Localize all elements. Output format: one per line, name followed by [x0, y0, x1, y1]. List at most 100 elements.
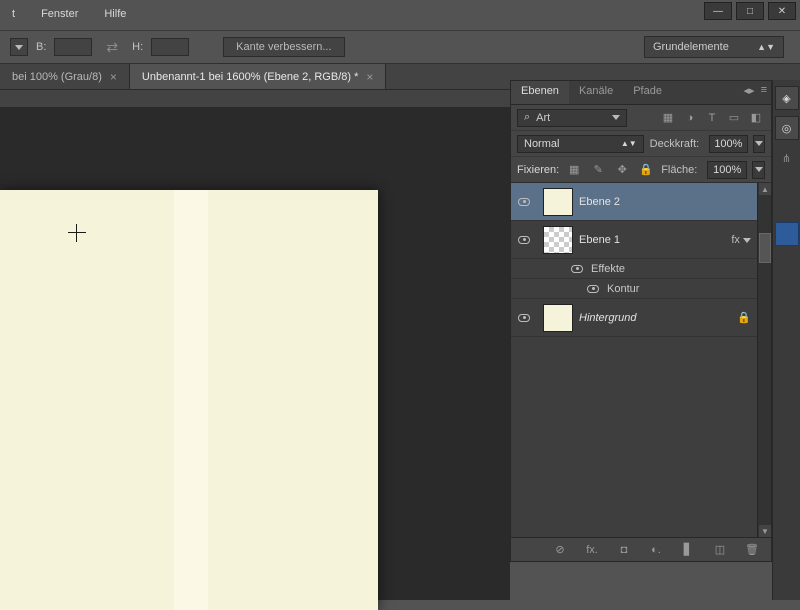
- filter-smartobject-icon[interactable]: ◧: [747, 109, 765, 127]
- width-label: B:: [36, 41, 46, 53]
- layer-thumbnail[interactable]: [543, 226, 573, 254]
- tab-ebenen[interactable]: Ebenen: [511, 81, 569, 104]
- chevron-updown-icon: ▲▼: [757, 42, 775, 52]
- eye-icon: [587, 285, 599, 293]
- workspace-preset-dropdown[interactable]: Grundelemente ▲▼: [644, 36, 784, 58]
- workspace-preset-label: Grundelemente: [653, 41, 729, 53]
- effect-row-kontur[interactable]: Kontur: [511, 279, 771, 299]
- eye-icon: [518, 198, 530, 206]
- chevron-down-icon: [612, 115, 620, 120]
- search-icon: ⌕: [524, 111, 530, 124]
- visibility-toggle[interactable]: [511, 236, 537, 244]
- window-minimize-button[interactable]: —: [704, 2, 732, 20]
- lock-icon: 🔒: [737, 311, 751, 324]
- scroll-down-button[interactable]: ▼: [759, 525, 771, 537]
- window-close-button[interactable]: ✕: [768, 2, 796, 20]
- layer-name[interactable]: Ebene 1: [579, 234, 620, 246]
- opacity-label: Deckkraft:: [650, 138, 700, 150]
- menu-hilfe[interactable]: Hilfe: [100, 6, 130, 26]
- options-dropdown[interactable]: [10, 38, 28, 56]
- scroll-up-button[interactable]: ▲: [759, 183, 771, 195]
- adjustment-layer-icon[interactable]: ◐.: [647, 541, 665, 559]
- panel-menu-icon[interactable]: ≡: [761, 84, 767, 97]
- layer-row-ebene-1[interactable]: Ebene 1 fx: [511, 221, 771, 259]
- canvas-light-strip: [174, 190, 208, 610]
- document-tab-2[interactable]: Unbenannt-1 bei 1600% (Ebene 2, RGB/8) *…: [130, 64, 387, 89]
- document-canvas[interactable]: [0, 190, 378, 610]
- document-tab-label: Unbenannt-1 bei 1600% (Ebene 2, RGB/8) *: [142, 71, 358, 83]
- menubar: t Fenster Hilfe: [8, 6, 130, 26]
- layer-row-hintergrund[interactable]: Hintergrund 🔒: [511, 299, 771, 337]
- filter-adjustment-icon[interactable]: ◑: [681, 109, 699, 127]
- refine-edge-button[interactable]: Kante verbessern...: [223, 37, 344, 57]
- window-maximize-button[interactable]: □: [736, 2, 764, 20]
- width-field[interactable]: [54, 38, 92, 56]
- layer-thumbnail[interactable]: [543, 188, 573, 216]
- blend-mode-value: Normal: [524, 138, 559, 150]
- chevron-updown-icon: ▲▼: [621, 139, 637, 148]
- visibility-toggle[interactable]: [511, 198, 537, 206]
- layers-scrollbar[interactable]: ▲ ▼: [757, 183, 771, 537]
- height-field[interactable]: [151, 38, 189, 56]
- fill-stepper[interactable]: [752, 161, 765, 179]
- visibility-toggle[interactable]: [583, 285, 603, 293]
- layer-thumbnail[interactable]: [543, 304, 573, 332]
- visibility-toggle[interactable]: [511, 314, 537, 322]
- fill-label: Fläche:: [661, 164, 697, 176]
- layer-filter-dropdown[interactable]: ⌕ Art: [517, 109, 627, 127]
- close-tab-icon[interactable]: ×: [366, 70, 373, 84]
- panel-collapse-icon[interactable]: ◂▸: [744, 84, 755, 97]
- delete-layer-icon[interactable]: 🗑: [743, 541, 761, 559]
- horizontal-ruler[interactable]: [0, 90, 510, 108]
- link-layers-icon[interactable]: ⊘: [551, 541, 569, 559]
- layer-row-ebene-2[interactable]: Ebene 2: [511, 183, 771, 221]
- layer-name[interactable]: Hintergrund: [579, 312, 636, 324]
- lock-all-icon[interactable]: 🔒: [637, 161, 655, 179]
- swap-wh-icon[interactable]: ⇄: [100, 39, 124, 56]
- right-dock: ◈ ◎ ⋔ ■: [772, 80, 800, 600]
- canvas-area[interactable]: [0, 108, 510, 600]
- layer-style-icon[interactable]: fx.: [583, 541, 601, 559]
- eye-icon: [518, 314, 530, 322]
- document-tab-label: bei 100% (Grau/8): [12, 71, 102, 83]
- effects-label: Effekte: [591, 263, 625, 275]
- chevron-down-icon: [743, 238, 751, 243]
- opacity-field[interactable]: 100%: [709, 135, 747, 153]
- lock-label: Fixieren:: [517, 164, 559, 176]
- layer-filter-bar: ⌕ Art ▦ ◑ T ▭ ◧: [511, 105, 771, 131]
- filter-text-icon[interactable]: T: [703, 109, 721, 127]
- document-tab-1[interactable]: bei 100% (Grau/8) ×: [0, 64, 130, 89]
- scroll-thumb[interactable]: [759, 233, 771, 263]
- layers-list: Ebene 2 Ebene 1 fx Effekte Kontur Hinter…: [511, 183, 771, 537]
- dock-swatches-icon[interactable]: ◈: [775, 86, 799, 110]
- menu-fenster[interactable]: Fenster: [37, 6, 82, 26]
- dock-tool-icon[interactable]: ⋔: [775, 146, 799, 170]
- layer-mask-icon[interactable]: ◘: [615, 541, 633, 559]
- menu-truncated[interactable]: t: [8, 6, 19, 26]
- dock-panel-blue-icon[interactable]: ■: [775, 222, 799, 246]
- lock-position-icon[interactable]: ✥: [613, 161, 631, 179]
- layers-panel-footer: ⊘ fx. ◘ ◐. ▋ ◫ 🗑: [511, 537, 771, 561]
- filter-label: Art: [536, 112, 550, 124]
- opacity-stepper[interactable]: [753, 135, 765, 153]
- lock-pixels-icon[interactable]: ▦: [565, 161, 583, 179]
- close-tab-icon[interactable]: ×: [110, 70, 117, 84]
- effects-heading-row[interactable]: Effekte: [511, 259, 771, 279]
- fx-badge[interactable]: fx: [731, 234, 751, 246]
- tab-kanaele[interactable]: Kanäle: [569, 81, 623, 104]
- visibility-toggle[interactable]: [567, 265, 587, 273]
- lock-fill-bar: Fixieren: ▦ ✎ ✥ 🔒 Fläche: 100%: [511, 157, 771, 183]
- filter-shape-icon[interactable]: ▭: [725, 109, 743, 127]
- new-layer-icon[interactable]: ◫: [711, 541, 729, 559]
- lock-brush-icon[interactable]: ✎: [589, 161, 607, 179]
- fill-field[interactable]: 100%: [707, 161, 747, 179]
- dock-color-icon[interactable]: ◎: [775, 116, 799, 140]
- tab-pfade[interactable]: Pfade: [623, 81, 672, 104]
- layers-panel: Ebenen Kanäle Pfade ◂▸ ≡ ⌕ Art ▦ ◑ T ▭ ◧…: [510, 80, 772, 562]
- filter-pixel-icon[interactable]: ▦: [659, 109, 677, 127]
- effect-name: Kontur: [607, 283, 639, 295]
- options-bar: B: ⇄ H: Kante verbessern... Grundelement…: [0, 30, 800, 64]
- blend-mode-dropdown[interactable]: Normal ▲▼: [517, 135, 644, 153]
- layer-name[interactable]: Ebene 2: [579, 196, 620, 208]
- new-group-icon[interactable]: ▋: [679, 541, 697, 559]
